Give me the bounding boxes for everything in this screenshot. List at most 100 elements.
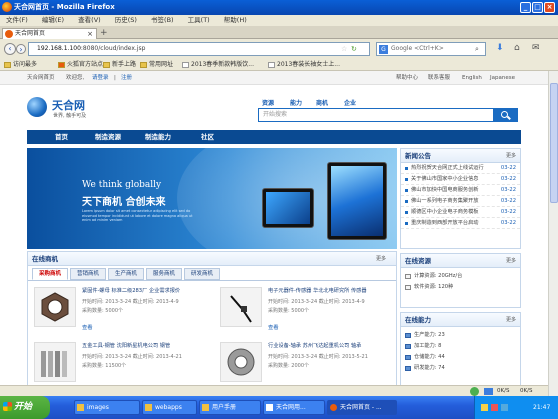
product-item[interactable]: 紧固件-螺母 标准二级283厂 企业需求报价 开始时间: 2013-3-24 截… <box>30 285 210 341</box>
menu-file[interactable]: 文件(F) <box>6 16 28 24</box>
start-button[interactable]: 开始 <box>0 396 50 419</box>
firefox-icon <box>330 404 337 411</box>
site-home-link[interactable]: 天合网首页 <box>27 71 55 85</box>
tab-production[interactable]: 生产商机 <box>108 268 144 280</box>
topnav-enterprise[interactable]: 企业 <box>344 98 356 107</box>
reload-icon[interactable]: ↻ <box>351 43 357 55</box>
home-icon[interactable]: ⌂ <box>514 43 526 55</box>
tab-marketing[interactable]: 营销商机 <box>70 268 106 280</box>
help-center-link[interactable]: 帮助中心 <box>396 71 418 85</box>
new-tab-icon[interactable]: + <box>100 28 110 38</box>
close-button[interactable]: × <box>544 2 555 13</box>
taskbar-item-images[interactable]: images <box>74 400 140 415</box>
bookmark-getting-started[interactable]: 新手上路 <box>103 59 136 71</box>
capability-title: 在线能力 <box>405 316 431 324</box>
tab-close-icon[interactable]: × <box>87 29 93 39</box>
search-engine-icon[interactable]: G <box>379 45 388 54</box>
bookmark-spring-dress[interactable]: 2013春季新款韩版饮... <box>182 59 254 71</box>
menu-help[interactable]: 帮助(H) <box>224 16 247 24</box>
forward-arrow-icon[interactable]: › <box>16 44 26 54</box>
steel-pipe-image[interactable] <box>34 342 76 382</box>
nav-community[interactable]: 社区 <box>201 130 214 144</box>
register-link[interactable]: 注册 <box>121 71 132 85</box>
capability-item[interactable]: 生产能力: 23 <box>401 330 520 341</box>
news-more-link[interactable]: 更多 <box>506 149 516 163</box>
download-icon[interactable]: ⬇ <box>496 43 508 55</box>
topnav-resources[interactable]: 资源 <box>262 98 274 107</box>
addon-icon[interactable]: ✉ <box>532 43 544 55</box>
globe-logo-icon[interactable] <box>27 97 47 117</box>
product-item[interactable]: 电子元器件-传感器 华北北电研究所 传感器 开始时间: 2013-3-24 截止… <box>216 285 396 341</box>
taskbar-item-webapps[interactable]: webapps <box>142 400 197 415</box>
english-link[interactable]: English <box>462 71 482 85</box>
news-item[interactable]: 关于佛山市国家中小企业信息 03-22 <box>401 174 520 185</box>
bookmark-firefox-site[interactable]: 火狐官方站点 <box>58 59 103 71</box>
capability-item[interactable]: 加工能力: 8 <box>401 341 520 352</box>
url-bar[interactable]: 192.168.1.100:8080/cloud/index.jsp ☆ ↻ <box>28 42 370 56</box>
site-logo-text[interactable]: 天合网 <box>52 97 85 113</box>
capability-item[interactable]: 研发能力: 74 <box>401 363 520 374</box>
tray-icon[interactable] <box>491 404 498 411</box>
bookmark-common-sites[interactable]: 常用网址 <box>140 59 173 71</box>
taskbar-item-tianhe-user[interactable]: 天合网用... <box>263 400 325 415</box>
search-icon[interactable]: ⌕ <box>475 43 479 55</box>
capability-more-link[interactable]: 更多 <box>506 313 516 327</box>
back-arrow-icon[interactable]: ‹ <box>4 43 16 55</box>
menu-tools[interactable]: 工具(T) <box>188 16 210 24</box>
network-icon[interactable] <box>484 388 493 395</box>
news-item[interactable]: 佛山市加快中国电商服务创新 03-22 <box>401 185 520 196</box>
japanese-link[interactable]: Japanese <box>490 71 515 85</box>
menu-edit[interactable]: 编辑(E) <box>42 16 64 24</box>
site-search-button[interactable] <box>494 108 518 122</box>
maximize-button[interactable]: □ <box>532 2 543 13</box>
bookmark-most-visited[interactable]: 访问最多 <box>4 59 37 71</box>
view-link[interactable]: 查看 <box>82 323 93 331</box>
minimize-button[interactable]: _ <box>520 2 531 13</box>
taskbar-item-firefox[interactable]: 天合网首页 - ... <box>327 400 397 415</box>
tray-icon[interactable] <box>481 404 488 411</box>
tray-icon[interactable] <box>501 404 508 411</box>
tab-purchase[interactable]: 采购商机 <box>32 268 68 280</box>
news-item[interactable]: 佛山一系列电子商务集聚开放 03-22 <box>401 196 520 207</box>
resource-item[interactable]: 计算资源: 20GHz/台 <box>401 271 520 282</box>
menu-bookmarks[interactable]: 书签(B) <box>151 16 174 24</box>
nut-image[interactable] <box>34 287 76 327</box>
opportunity-more-link[interactable]: 更多 <box>376 252 386 266</box>
main-nav: 首页 制造资源 制造能力 社区 <box>27 130 521 144</box>
topnav-opportunity[interactable]: 商机 <box>316 98 328 107</box>
sensor-image[interactable] <box>220 287 262 327</box>
scrollbar-thumb[interactable] <box>550 83 558 203</box>
contact-link[interactable]: 联系客服 <box>428 71 450 85</box>
bookmark-spring-top[interactable]: 2013春装长袖女士上... <box>268 59 340 71</box>
topnav-capability[interactable]: 能力 <box>290 98 302 107</box>
news-item[interactable]: 重庆制造到西部开放平台启动 03-22 <box>401 218 520 229</box>
nav-capability[interactable]: 制造能力 <box>145 130 171 144</box>
site-search-input[interactable]: 开始搜索 <box>258 108 494 122</box>
gear-icon <box>4 61 11 68</box>
news-panel: 新闻公告 更多 热烈祝贺天合网正式上线试运行 03-22 关于佛山市国家中小企业信息… <box>400 148 521 249</box>
login-link[interactable]: 请登录 <box>92 71 109 85</box>
capability-item[interactable]: 仓储能力: 44 <box>401 352 520 363</box>
news-item[interactable]: 热烈祝贺天合网正式上线试运行 03-22 <box>401 163 520 174</box>
menu-view[interactable]: 查看(V) <box>78 16 101 24</box>
status-shield-icon[interactable] <box>470 387 479 396</box>
bearing-image[interactable] <box>220 342 262 382</box>
tab-service[interactable]: 服务商机 <box>146 268 182 280</box>
nav-home[interactable]: 首页 <box>55 130 68 144</box>
site-search-placeholder: 开始搜索 <box>263 111 288 118</box>
resource-item[interactable]: 软件资源: 120种 <box>401 282 520 293</box>
taskbar-item-manual[interactable]: 用户手册 <box>199 400 261 415</box>
page-icon <box>405 274 411 279</box>
tab-rnd[interactable]: 研发商机 <box>184 268 220 280</box>
bookmark-star-icon[interactable]: ☆ <box>341 43 347 55</box>
view-link[interactable]: 查看 <box>268 323 279 331</box>
news-item[interactable]: 顺德区中小企业电子商务模板 03-22 <box>401 207 520 218</box>
clock[interactable]: 21:47 <box>533 396 550 419</box>
menu-history[interactable]: 历史(S) <box>115 16 137 24</box>
web-search-field[interactable]: G Google <Ctrl+K> ⌕ <box>376 42 486 56</box>
browser-tab[interactable]: 天合网首页 × <box>2 28 97 39</box>
vertical-scrollbar[interactable] <box>548 71 558 396</box>
nav-resources[interactable]: 制造资源 <box>95 130 121 144</box>
resources-more-link[interactable]: 更多 <box>506 254 516 268</box>
hero-banner[interactable]: We think globally 天下商机 合创未来 Lorem ipsum … <box>27 148 397 249</box>
